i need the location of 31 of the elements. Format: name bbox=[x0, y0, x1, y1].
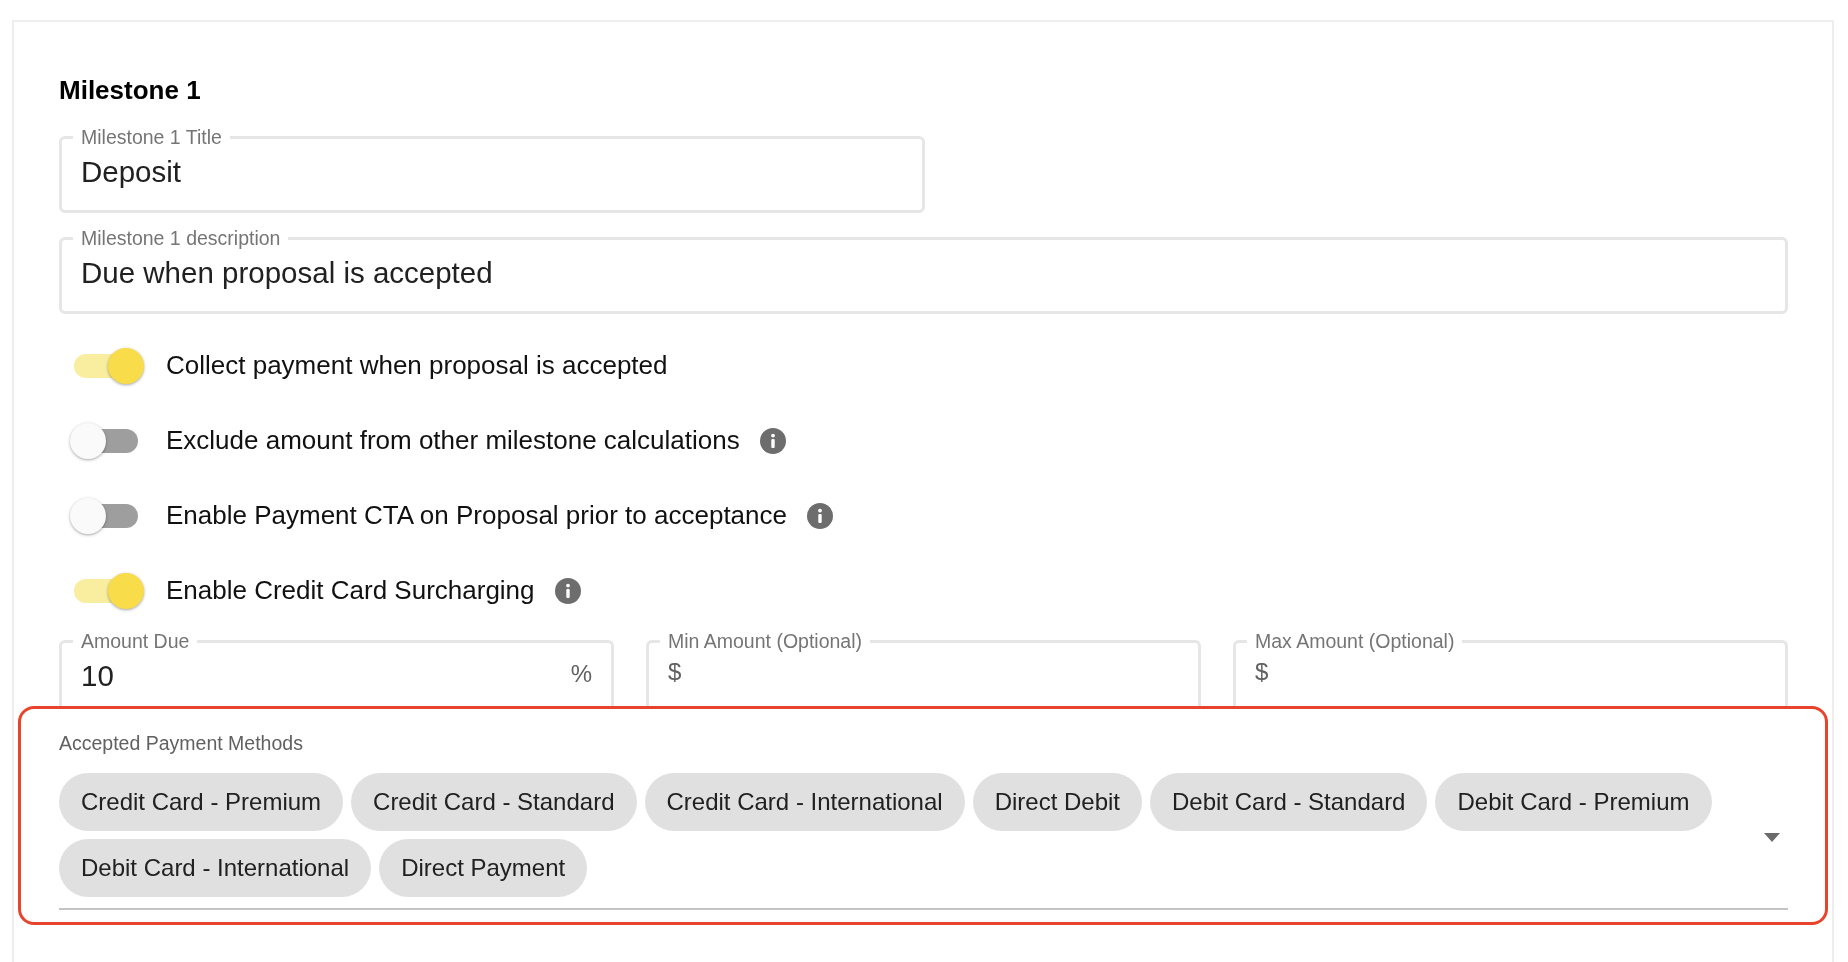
toggle-label: Enable Credit Card Surcharging bbox=[166, 574, 535, 607]
toggle-label: Exclude amount from other milestone calculations bbox=[166, 424, 740, 457]
info-icon[interactable] bbox=[554, 577, 581, 604]
currency-prefix: $ bbox=[1255, 657, 1269, 687]
title-input-field[interactable]: Milestone 1 Title Deposit bbox=[59, 126, 925, 213]
info-icon[interactable] bbox=[807, 502, 833, 529]
toggle-label: Enable Payment CTA on Proposal prior to acceptance bbox=[166, 499, 787, 532]
payment-method-chip[interactable]: Credit Card - Standard bbox=[351, 773, 637, 831]
payment-method-chip[interactable]: Credit Card - International bbox=[644, 773, 965, 831]
field-label: Amount Due bbox=[80, 630, 191, 652]
info-icon[interactable] bbox=[759, 427, 786, 454]
payment-method-chip[interactable]: Credit Card - Premium bbox=[59, 773, 344, 831]
payment-method-chip[interactable]: Debit Card - Standard bbox=[1150, 773, 1428, 831]
field-value: Deposit bbox=[81, 154, 183, 190]
field-label: Milestone 1 Title bbox=[80, 126, 223, 148]
dropdown-caret-icon[interactable] bbox=[1764, 832, 1780, 842]
payment-method-chip[interactable]: Debit Card - Premium bbox=[1435, 773, 1712, 831]
currency-prefix: $ bbox=[668, 657, 682, 687]
milestone-heading: Milestone 1 bbox=[59, 74, 202, 106]
description-input-field[interactable]: Milestone 1 description Due when proposal is accepted bbox=[59, 227, 1788, 314]
field-label: Accepted Payment Methods bbox=[59, 731, 304, 755]
payment-method-chip[interactable]: Direct Debit bbox=[972, 773, 1142, 831]
field-label: Min Amount (Optional) bbox=[667, 630, 863, 652]
field-label: Max Amount (Optional) bbox=[1254, 630, 1456, 652]
payment-method-chip[interactable]: Debit Card - International bbox=[59, 839, 372, 897]
field-value: 10 bbox=[81, 658, 115, 694]
field-label: Milestone 1 description bbox=[80, 227, 282, 249]
percent-suffix: % bbox=[570, 659, 592, 689]
toggle-label: Collect payment when proposal is accepted bbox=[166, 349, 668, 382]
field-value: Due when proposal is accepted bbox=[81, 255, 494, 291]
payment-method-chip[interactable]: Direct Payment bbox=[379, 839, 588, 897]
